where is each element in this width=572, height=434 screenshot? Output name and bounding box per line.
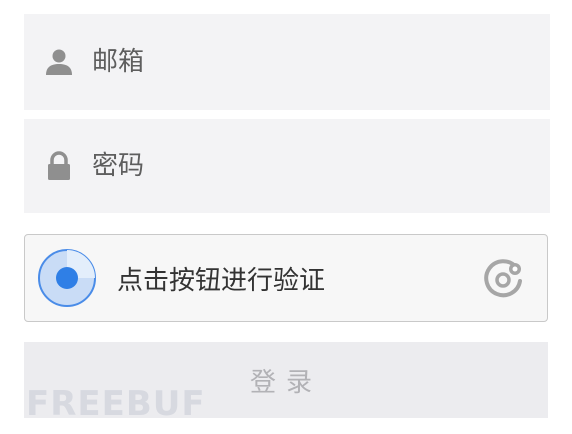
lock-icon: [44, 151, 74, 181]
email-field[interactable]: [24, 14, 550, 110]
login-button-label: 登录: [249, 367, 322, 398]
captcha-verify-button[interactable]: 点击按钮进行验证: [24, 234, 548, 322]
login-button[interactable]: 登录: [24, 342, 548, 418]
password-field[interactable]: [24, 119, 550, 213]
captcha-label: 点击按钮进行验证: [117, 265, 326, 296]
password-input[interactable]: [92, 146, 492, 186]
radar-icon: [38, 249, 96, 307]
user-icon: [44, 47, 74, 77]
email-input[interactable]: [92, 42, 492, 82]
geetest-logo-icon: [484, 259, 522, 298]
